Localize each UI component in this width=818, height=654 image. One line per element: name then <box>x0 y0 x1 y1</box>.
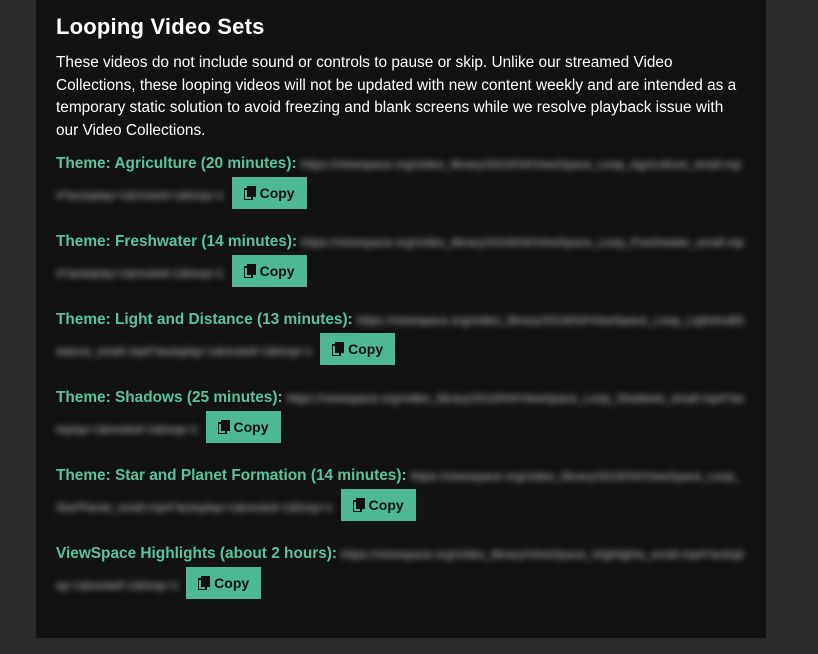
copy-icon <box>198 576 211 590</box>
copy-button[interactable]: Copy <box>340 489 416 521</box>
video-entry-star-and-planet-formation: Theme: Star and Planet Formation (14 min… <box>56 462 746 523</box>
video-entry-shadows: Theme: Shadows (25 minutes): https://vie… <box>56 384 746 445</box>
page-title: Looping Video Sets <box>56 14 265 39</box>
entry-label: ViewSpace Highlights (about 2 hours): <box>56 545 338 562</box>
entry-label: Theme: Shadows (25 minutes): <box>56 389 283 406</box>
video-entry-agriculture: Theme: Agriculture (20 minutes): https:/… <box>56 150 746 211</box>
video-entry-freshwater: Theme: Freshwater (14 minutes): https://… <box>56 228 746 289</box>
video-entry-light-and-distance: Theme: Light and Distance (13 minutes): … <box>56 306 746 367</box>
copy-icon <box>243 186 256 200</box>
copy-button[interactable]: Copy <box>186 567 262 599</box>
copy-icon <box>352 498 365 512</box>
copy-icon <box>243 264 256 278</box>
copy-button[interactable]: Copy <box>231 177 307 209</box>
entry-label: Theme: Agriculture (20 minutes): <box>56 155 297 172</box>
entry-label: Theme: Light and Distance (13 minutes): <box>56 311 353 328</box>
copy-button-label: Copy <box>259 185 295 201</box>
entry-label: Theme: Freshwater (14 minutes): <box>56 233 298 250</box>
copy-button[interactable]: Copy <box>320 333 396 365</box>
copy-icon <box>217 420 230 434</box>
copy-button[interactable]: Copy <box>231 255 307 287</box>
copy-button-label: Copy <box>214 575 250 591</box>
copy-button-label: Copy <box>233 419 269 435</box>
looping-video-panel: Looping Video Sets These videos do not i… <box>36 0 766 638</box>
copy-icon <box>332 342 345 356</box>
entry-label: Theme: Star and Planet Formation (14 min… <box>56 467 407 484</box>
copy-button-label: Copy <box>259 263 295 279</box>
intro-paragraph: These videos do not include sound or con… <box>56 54 737 139</box>
copy-button-label: Copy <box>348 341 384 357</box>
copy-button-label: Copy <box>368 497 404 513</box>
copy-button[interactable]: Copy <box>205 411 281 443</box>
video-entry-viewspace-highlights: ViewSpace Highlights (about 2 hours): ht… <box>56 540 746 601</box>
